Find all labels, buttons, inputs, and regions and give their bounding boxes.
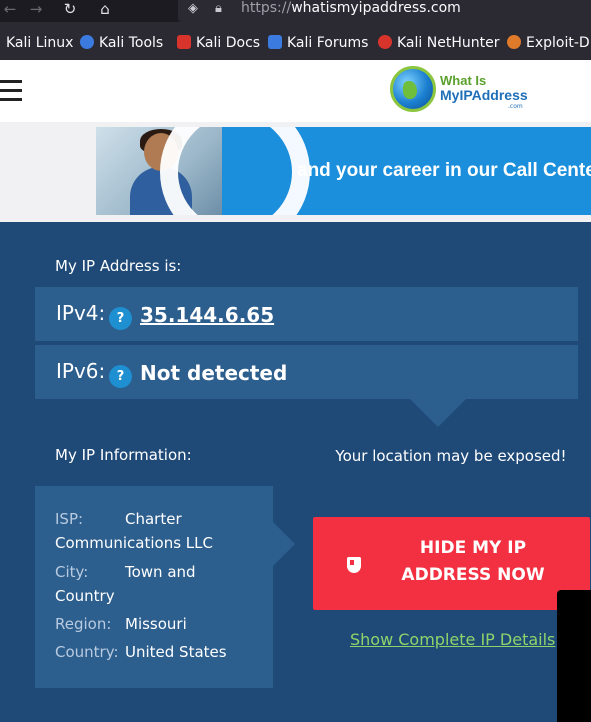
ad-banner[interactable]: and your career in our Call Center — [96, 127, 591, 215]
kali-tools-icon — [80, 35, 94, 49]
ad-decor-circle — [160, 127, 310, 215]
bookmark-label: Kali Forums — [287, 35, 369, 51]
globe-icon — [390, 66, 436, 112]
url-text[interactable]: https://whatismyipaddress.com — [241, 0, 461, 18]
ipv6-label: IPv6: — [56, 359, 106, 383]
logo-line2: MyIPAddress — [440, 87, 528, 103]
bookmark-kali-linux[interactable]: Kali Linux — [6, 34, 73, 52]
lock-icon[interactable]: 🔒︎ — [215, 0, 222, 18]
show-ip-details-link[interactable]: Show Complete IP Details — [350, 630, 555, 649]
shield-icon[interactable]: ◈ — [188, 0, 198, 18]
site-logo[interactable]: What Is MyIPAddress .com — [390, 66, 535, 116]
url-host: whatismyipaddress.com — [291, 0, 461, 16]
bookmark-label: Kali Tools — [99, 35, 164, 51]
pointer-triangle — [410, 399, 466, 427]
bookmark-exploit-db[interactable]: Exploit-DB — [507, 34, 591, 52]
logo-suffix: .com — [508, 103, 523, 110]
ad-area: and your career in our Call Center — [0, 122, 591, 222]
ip-heading: My IP Address is: — [55, 257, 182, 275]
site-header: What Is MyIPAddress .com — [0, 60, 591, 122]
ipv4-value[interactable]: 35.144.6.65 — [140, 303, 274, 327]
bookmark-kali-nethunter[interactable]: Kali NetHunter — [378, 34, 499, 52]
info-pointer-arrow — [273, 522, 295, 566]
reload-icon[interactable]: ↻ — [60, 0, 80, 18]
ipv6-row: IPv6: ? Not detected — [35, 345, 578, 399]
bookmarks-toolbar: Kali Linux Kali Tools Kali Docs Kali For… — [0, 22, 591, 60]
kali-nethunter-icon — [378, 35, 392, 49]
help-icon[interactable]: ? — [109, 365, 132, 388]
url-prefix: https:// — [241, 0, 292, 16]
isp-value-line1: Charter — [125, 510, 182, 528]
kali-forums-icon — [268, 35, 282, 49]
ipv4-row: IPv4: ? 35.144.6.65 — [35, 287, 578, 341]
bookmark-label: Kali Linux — [6, 35, 74, 51]
shield-icon — [347, 557, 361, 573]
city-value-line2: Country — [55, 587, 115, 605]
ipv6-value: Not detected — [140, 361, 288, 385]
region-value: Missouri — [125, 615, 187, 633]
ad-text: and your career in our Call Center — [297, 160, 591, 181]
bookmark-label: Kali NetHunter — [397, 35, 500, 51]
hide-button-line2: ADDRESS NOW — [401, 565, 545, 585]
bookmark-label: Kali Docs — [196, 35, 261, 51]
bookmark-kali-tools[interactable]: Kali Tools — [80, 34, 163, 52]
hide-button-line1: HIDE MY IP — [419, 538, 527, 558]
hide-button-label: HIDE MY IP ADDRESS NOW — [373, 535, 573, 589]
ipv4-label: IPv4: — [56, 301, 106, 325]
kali-docs-icon — [177, 35, 191, 49]
browser-nav-bar: ← → ↻ ⌂ ◈ 🔒︎ https://whatismyipaddress.c… — [0, 0, 591, 22]
info-heading: My IP Information: — [55, 446, 192, 464]
hamburger-menu-icon[interactable] — [0, 80, 22, 102]
city-value-line1: Town and — [125, 563, 196, 581]
location-warning: Your location may be exposed! — [335, 447, 567, 465]
hide-my-ip-button[interactable]: HIDE MY IP ADDRESS NOW — [313, 517, 590, 610]
isp-label: ISP: — [55, 510, 84, 528]
country-value: United States — [125, 643, 227, 661]
url-bar[interactable]: ◈ 🔒︎ https://whatismyipaddress.com — [178, 0, 591, 22]
help-icon[interactable]: ? — [109, 307, 132, 330]
region-label: Region: — [55, 615, 112, 633]
logo-line1: What Is — [440, 73, 487, 88]
back-arrow-icon[interactable]: ← — [0, 0, 20, 18]
bookmark-label: Exploit-DB — [526, 35, 591, 51]
ip-panel: My IP Address is: IPv4: ? 35.144.6.65 IP… — [0, 222, 591, 722]
home-icon[interactable]: ⌂ — [95, 0, 115, 18]
bookmark-kali-forums[interactable]: Kali Forums — [268, 34, 368, 52]
overlay-block — [557, 590, 591, 722]
isp-value-line2: Communications LLC — [55, 534, 213, 552]
exploit-db-icon — [507, 35, 521, 49]
ip-info-box: ISP: Charter Communications LLC City: To… — [35, 486, 273, 688]
city-label: City: — [55, 563, 89, 581]
country-label: Country: — [55, 643, 119, 661]
bookmark-kali-docs[interactable]: Kali Docs — [177, 34, 260, 52]
forward-arrow-icon[interactable]: → — [26, 0, 46, 18]
